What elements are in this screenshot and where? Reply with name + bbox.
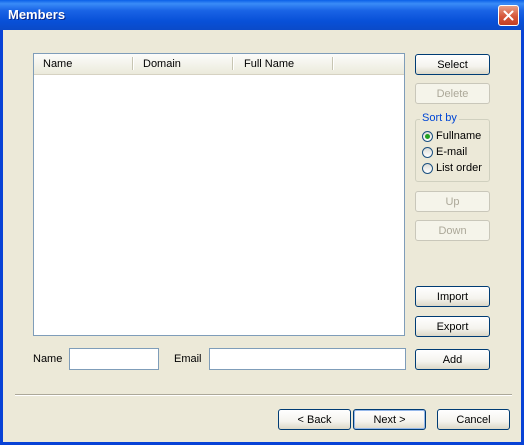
- column-header-domain[interactable]: Domain: [134, 54, 235, 74]
- delete-button[interactable]: Delete: [415, 83, 490, 104]
- sort-fullname-label: Fullname: [436, 130, 482, 142]
- radio-checked-icon: [422, 130, 433, 142]
- sort-email-label: E-mail: [436, 146, 468, 158]
- sort-email-radio[interactable]: E-mail: [422, 145, 467, 159]
- close-icon: [503, 10, 514, 21]
- column-divider[interactable]: [332, 57, 334, 70]
- column-header-name[interactable]: Name: [34, 54, 133, 74]
- email-label: Email: [174, 353, 202, 365]
- down-button[interactable]: Down: [415, 220, 490, 241]
- back-button[interactable]: < Back: [278, 409, 351, 430]
- import-button[interactable]: Import: [415, 286, 490, 307]
- email-input[interactable]: [209, 348, 406, 370]
- name-label: Name: [33, 353, 63, 365]
- column-header-full-name[interactable]: Full Name: [235, 54, 334, 74]
- window-title: Members: [8, 7, 66, 22]
- column-divider[interactable]: [232, 57, 234, 70]
- sort-by-group: Sort by Fullname E-mail List order: [415, 112, 490, 182]
- sort-list-order-label: List order: [436, 162, 482, 174]
- title-bar[interactable]: Members: [0, 0, 524, 30]
- members-dialog: Members Name Domain Full Name Select Del…: [0, 0, 524, 445]
- radio-unchecked-icon: [422, 146, 433, 158]
- sort-list-order-radio[interactable]: List order: [422, 161, 482, 175]
- footer-divider: [15, 394, 512, 396]
- close-button[interactable]: [498, 5, 519, 26]
- name-input[interactable]: [69, 348, 159, 370]
- list-header: Name Domain Full Name: [34, 54, 404, 75]
- members-list[interactable]: Name Domain Full Name: [33, 53, 405, 336]
- next-button[interactable]: Next >: [353, 409, 426, 430]
- select-button[interactable]: Select: [415, 54, 490, 75]
- radio-unchecked-icon: [422, 162, 433, 174]
- add-button[interactable]: Add: [415, 349, 490, 370]
- sort-by-title: Sort by: [420, 112, 459, 124]
- up-button[interactable]: Up: [415, 191, 490, 212]
- cancel-button[interactable]: Cancel: [437, 409, 510, 430]
- sort-fullname-radio[interactable]: Fullname: [422, 129, 481, 143]
- export-button[interactable]: Export: [415, 316, 490, 337]
- dialog-client: Name Domain Full Name Select Delete Sort…: [3, 30, 521, 442]
